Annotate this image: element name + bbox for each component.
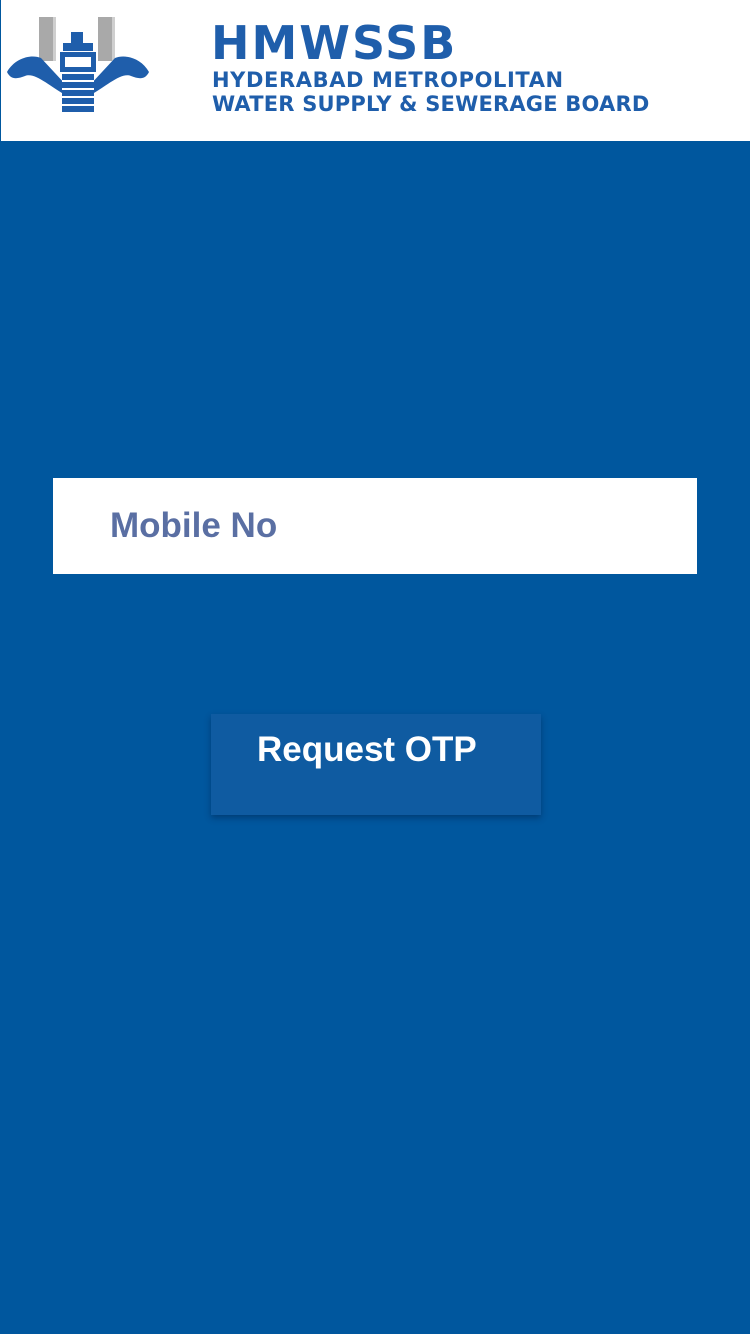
mobile-number-input[interactable] — [53, 478, 697, 574]
brand-subtitle-line1: HYDERABAD METROPOLITAN — [212, 68, 564, 92]
brand-title: HMWSSB — [211, 16, 458, 70]
hmwssb-tap-logo-icon — [7, 17, 149, 112]
request-otp-label: Request OTP — [257, 730, 477, 769]
brand-subtitle-line2: WATER SUPPLY & SEWERAGE BOARD — [212, 92, 650, 116]
app-header: HMWSSB HYDERABAD METROPOLITAN WATER SUPP… — [0, 0, 750, 141]
request-otp-button[interactable]: Request OTP — [211, 714, 541, 815]
